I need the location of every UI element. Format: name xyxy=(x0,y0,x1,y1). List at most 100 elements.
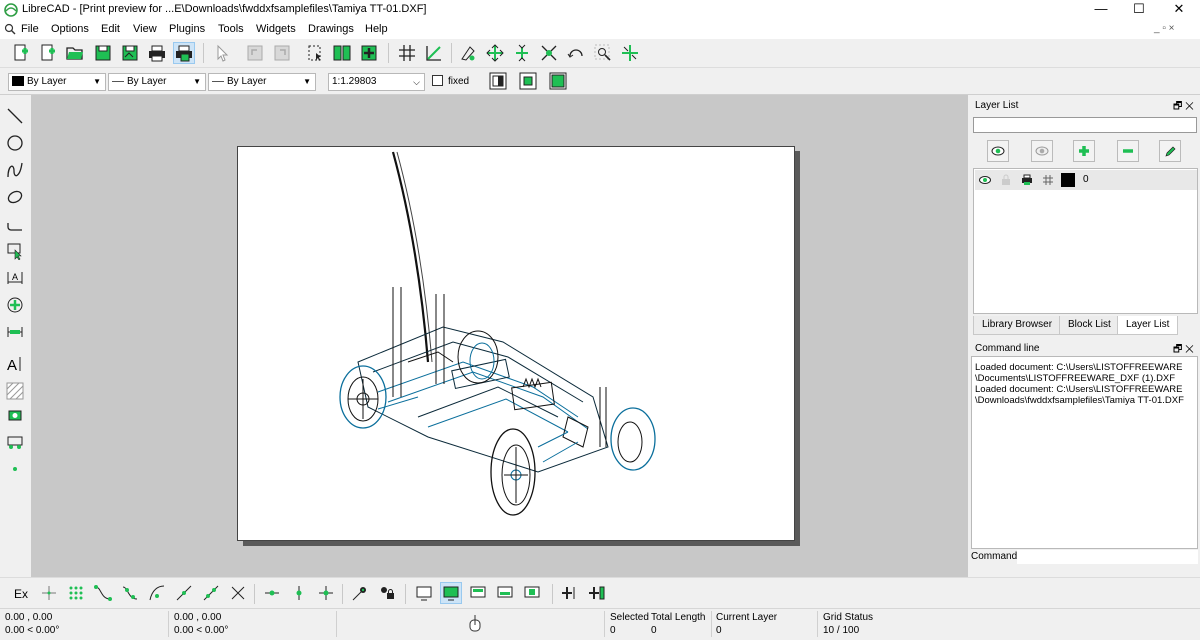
menu-help[interactable]: Help xyxy=(365,23,388,35)
menu-edit[interactable]: Edit xyxy=(101,23,120,35)
open-folder-icon[interactable] xyxy=(64,42,86,64)
layer-lock-icon[interactable] xyxy=(1000,174,1012,189)
hatch-tool-icon[interactable] xyxy=(4,380,26,402)
color-select[interactable]: By Layer ▼ xyxy=(8,73,106,91)
edit-layer-button[interactable] xyxy=(1159,140,1181,162)
point-tool-icon[interactable] xyxy=(4,458,26,480)
menu-tools[interactable]: Tools xyxy=(218,23,244,35)
zoom-out-icon[interactable] xyxy=(511,42,533,64)
image-tool-icon[interactable] xyxy=(4,404,26,426)
layer-visible-icon[interactable] xyxy=(979,174,991,189)
layer-print-icon[interactable] xyxy=(1021,174,1033,189)
view-mode-2-icon[interactable] xyxy=(440,582,462,604)
menu-options[interactable]: Options xyxy=(51,23,89,35)
layer-color-swatch[interactable] xyxy=(1061,173,1075,187)
menu-file[interactable]: File xyxy=(21,23,39,35)
main-toolbar xyxy=(0,39,1200,68)
redraw-icon[interactable] xyxy=(457,42,479,64)
view-mode-4-icon[interactable] xyxy=(494,582,516,604)
view-mode-3-icon[interactable] xyxy=(467,582,489,604)
grid-icon[interactable] xyxy=(396,42,418,64)
dimension-tool-icon[interactable]: A xyxy=(4,267,26,289)
scale-select[interactable]: 1:1.29803 ⌵ xyxy=(328,73,425,91)
close-button[interactable]: ✕ xyxy=(1160,0,1198,20)
snap-on-entity-icon[interactable] xyxy=(119,582,141,604)
line-width-select[interactable]: By Layer ▼ xyxy=(108,73,206,91)
view-mode-1-icon[interactable] xyxy=(413,582,435,604)
menu-widgets[interactable]: Widgets xyxy=(256,23,296,35)
new-file-icon[interactable] xyxy=(10,42,32,64)
snap-grid-icon[interactable] xyxy=(65,582,87,604)
black-white-icon[interactable] xyxy=(487,70,509,92)
maximize-button[interactable]: ☐ xyxy=(1120,0,1158,20)
undo-icon[interactable] xyxy=(244,42,266,64)
ellipse-tool-icon[interactable] xyxy=(4,186,26,208)
zoom-pan-icon[interactable] xyxy=(619,42,641,64)
snap-center-icon[interactable] xyxy=(146,582,168,604)
print-preview-icon[interactable] xyxy=(4,23,16,38)
tab-library-browser[interactable]: Library Browser xyxy=(973,316,1062,335)
redo-icon[interactable] xyxy=(271,42,293,64)
print-icon[interactable] xyxy=(146,42,168,64)
menu-drawings[interactable]: Drawings xyxy=(308,23,354,35)
snap-endpoint-icon[interactable] xyxy=(92,582,114,604)
snap-intersection-icon[interactable] xyxy=(227,582,249,604)
zoom-auto-icon[interactable] xyxy=(538,42,560,64)
layer-construction-icon[interactable] xyxy=(1042,174,1054,189)
layer-list-float-close-buttons[interactable]: 🗗 ✕ xyxy=(1173,99,1194,116)
circle-tool-icon[interactable] xyxy=(4,132,26,154)
snap-middle-icon[interactable] xyxy=(173,582,195,604)
block-icon[interactable] xyxy=(331,42,353,64)
view-mode-5-icon[interactable] xyxy=(521,582,543,604)
measure-tool-icon[interactable] xyxy=(4,321,26,343)
zoom-window-icon[interactable] xyxy=(592,42,614,64)
layer-row[interactable]: 0 xyxy=(975,170,1197,190)
line-type-select[interactable]: By Layer ▼ xyxy=(208,73,316,91)
fixed-checkbox[interactable] xyxy=(432,75,443,86)
menu-plugins[interactable]: Plugins xyxy=(169,23,205,35)
snap-distance-icon[interactable] xyxy=(200,582,222,604)
exclusive-snap-label[interactable]: Ex xyxy=(14,587,28,601)
mdi-window-controls[interactable]: _ ▫ × xyxy=(1154,23,1175,34)
show-all-layers-button[interactable] xyxy=(987,140,1009,162)
add-viewport-alt-icon[interactable] xyxy=(586,582,608,604)
add-layer-button[interactable] xyxy=(1073,140,1095,162)
tab-block-list[interactable]: Block List xyxy=(1059,316,1120,335)
restrict-vertical-icon[interactable] xyxy=(288,582,310,604)
minimize-button[interactable]: — xyxy=(1082,0,1120,20)
draft-mode-icon[interactable] xyxy=(423,42,445,64)
hide-all-layers-button[interactable] xyxy=(1031,140,1053,162)
command-input[interactable] xyxy=(1017,550,1198,564)
select-tool-icon[interactable] xyxy=(4,240,26,262)
scale-value: 1:1.29803 xyxy=(332,76,377,87)
zoom-in-icon[interactable] xyxy=(484,42,506,64)
block-tool-icon[interactable] xyxy=(4,431,26,453)
layer-filter-input[interactable] xyxy=(973,117,1197,133)
new-from-template-icon[interactable] xyxy=(37,42,59,64)
snap-free-icon[interactable] xyxy=(38,582,60,604)
restrict-orthogonal-icon[interactable] xyxy=(315,582,337,604)
insert-block-icon[interactable] xyxy=(358,42,380,64)
curve-tool-icon[interactable] xyxy=(4,159,26,181)
add-viewport-icon[interactable] xyxy=(559,582,581,604)
relative-zero-icon[interactable] xyxy=(349,582,371,604)
line-tool-icon[interactable] xyxy=(4,105,26,127)
print-preview-button[interactable] xyxy=(173,42,195,64)
select-pointer-icon[interactable] xyxy=(211,42,233,64)
select-window-icon[interactable] xyxy=(304,42,326,64)
save-as-icon[interactable] xyxy=(119,42,141,64)
print-preview-paper[interactable] xyxy=(237,146,795,541)
tab-layer-list[interactable]: Layer List xyxy=(1117,316,1179,335)
zoom-previous-icon[interactable] xyxy=(565,42,587,64)
save-icon[interactable] xyxy=(92,42,114,64)
text-tool-icon[interactable]: A xyxy=(4,353,26,375)
lock-relative-zero-icon[interactable] xyxy=(376,582,398,604)
modify-tool-icon[interactable] xyxy=(4,294,26,316)
polyline-tool-icon[interactable] xyxy=(4,213,26,235)
menu-view[interactable]: View xyxy=(133,23,157,35)
remove-layer-button[interactable] xyxy=(1117,140,1139,162)
chevron-down-icon: ▼ xyxy=(93,77,101,86)
restrict-horizontal-icon[interactable] xyxy=(261,582,283,604)
paper-center-icon[interactable] xyxy=(517,70,539,92)
fit-to-page-icon[interactable] xyxy=(547,70,569,92)
